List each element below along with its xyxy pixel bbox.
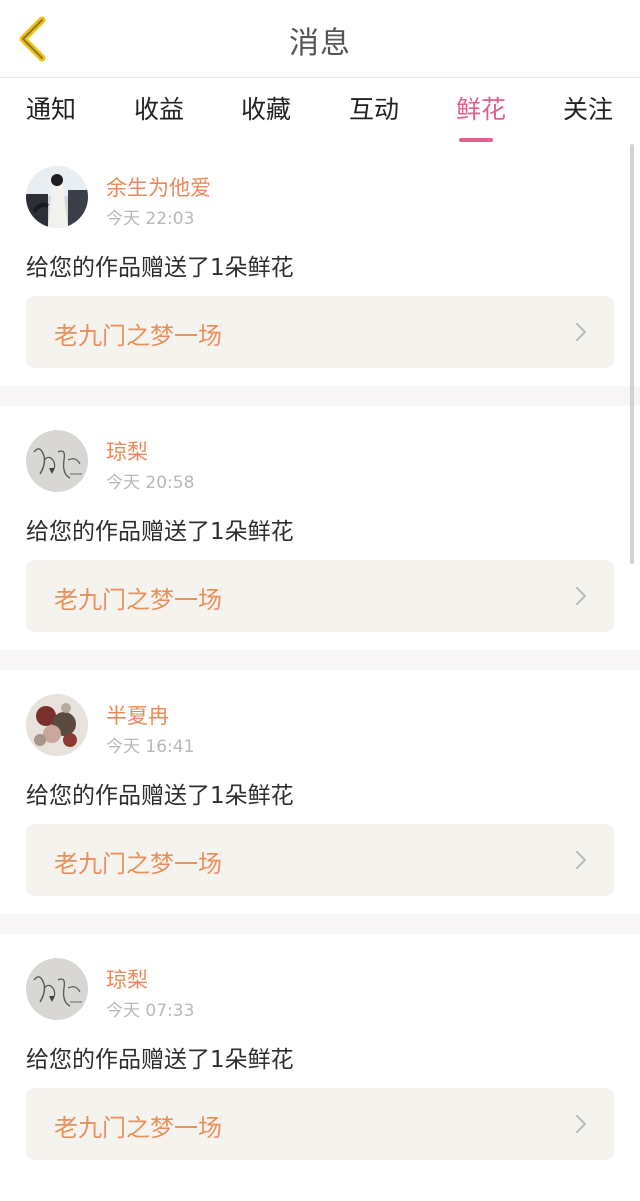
avatar-image <box>26 694 88 756</box>
top-bar: 消息 <box>0 0 640 78</box>
timestamp: 今天 20:58 <box>106 473 195 493</box>
tab-following[interactable]: 关注 <box>538 90 638 126</box>
username[interactable]: 半夏冉 <box>106 700 169 730</box>
avatar[interactable] <box>26 958 88 1020</box>
page-title: 消息 <box>289 26 351 61</box>
avatar[interactable] <box>26 694 88 756</box>
work-title: 老九门之梦一场 <box>54 322 222 350</box>
avatar-image <box>26 166 88 228</box>
username[interactable]: 余生为他爱 <box>106 172 211 202</box>
tab-notifications[interactable]: 通知 <box>1 90 101 126</box>
tab-bar: 通知 收益 收藏 互动 鲜花 关注 <box>0 78 640 142</box>
chevron-right-icon <box>575 322 587 342</box>
avatar[interactable] <box>26 430 88 492</box>
tab-interactions[interactable]: 互动 <box>324 90 424 126</box>
tab-favorites[interactable]: 收藏 <box>216 90 316 126</box>
work-link[interactable]: 老九门之梦一场 <box>26 824 614 896</box>
message-text: 给您的作品赠送了1朵鲜花 <box>26 1047 294 1073</box>
timestamp: 今天 07:33 <box>106 1001 195 1021</box>
work-title: 老九门之梦一场 <box>54 1114 222 1142</box>
username[interactable]: 琼梨 <box>106 436 148 466</box>
work-title: 老九门之梦一场 <box>54 586 222 614</box>
timestamp: 今天 22:03 <box>106 209 195 229</box>
list-item: 琼梨 今天 20:58 给您的作品赠送了1朵鲜花 老九门之梦一场 <box>0 406 640 650</box>
message-text: 给您的作品赠送了1朵鲜花 <box>26 519 294 545</box>
work-title: 老九门之梦一场 <box>54 850 222 878</box>
tab-earnings[interactable]: 收益 <box>109 90 209 126</box>
avatar-image <box>26 958 88 1020</box>
message-text: 给您的作品赠送了1朵鲜花 <box>26 255 294 281</box>
list-item: 琼梨 今天 07:33 给您的作品赠送了1朵鲜花 老九门之梦一场 <box>0 934 640 1201</box>
avatar[interactable] <box>26 166 88 228</box>
tab-flowers-label: 鲜花 <box>455 95 506 124</box>
timestamp: 今天 16:41 <box>106 737 195 757</box>
message-list[interactable]: 余生为他爱 今天 22:03 给您的作品赠送了1朵鲜花 老九门之梦一场 琼梨 今… <box>0 142 640 1201</box>
avatar-image <box>26 430 88 492</box>
work-link[interactable]: 老九门之梦一场 <box>26 560 614 632</box>
message-text: 给您的作品赠送了1朵鲜花 <box>26 783 294 809</box>
list-item: 余生为他爱 今天 22:03 给您的作品赠送了1朵鲜花 老九门之梦一场 <box>0 142 640 386</box>
work-link[interactable]: 老九门之梦一场 <box>26 296 614 368</box>
chevron-right-icon <box>575 586 587 606</box>
chevron-right-icon <box>575 1114 587 1134</box>
work-link[interactable]: 老九门之梦一场 <box>26 1088 614 1160</box>
list-item: 半夏冉 今天 16:41 给您的作品赠送了1朵鲜花 老九门之梦一场 <box>0 670 640 914</box>
chevron-right-icon <box>575 850 587 870</box>
username[interactable]: 琼梨 <box>106 964 148 994</box>
tab-flowers[interactable]: 鲜花 <box>431 90 531 142</box>
scrollbar[interactable] <box>630 144 634 564</box>
